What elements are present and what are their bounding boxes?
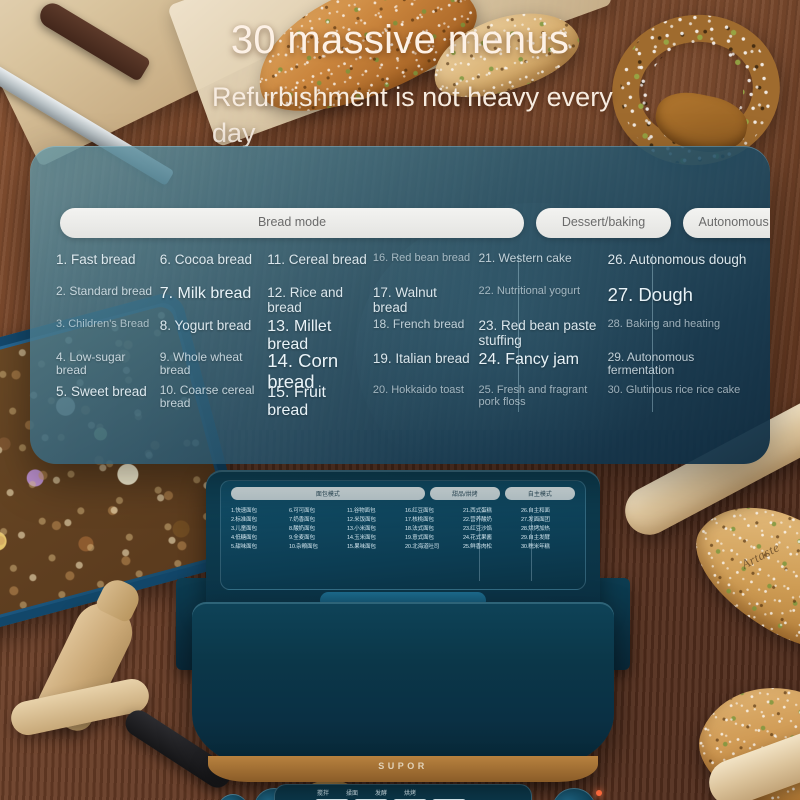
lid-menu-cell: 17.核桃面包 <box>405 515 459 523</box>
menu-item-12[interactable]: 12. Rice and bread <box>267 285 369 315</box>
lid-menu-cell: 4.低糖面包 <box>231 533 285 541</box>
menu-column-3: 11. Cereal bread 12. Rice and bread13. Mi… <box>267 252 373 448</box>
lid-menu-cell: 14.玉米面包 <box>347 533 401 541</box>
brand-logo: SUPOR <box>168 761 638 771</box>
lid-menu-cell: 15.果味面包 <box>347 542 401 550</box>
power-led-indicator <box>596 790 602 796</box>
mode-pill-autonomous[interactable]: Autonomous mode <box>683 208 770 238</box>
control-panel: 搅拌揉面发酵烘烤 500 g750 g1000 g ◊⚷ ◷▮ 88:88 ▶浅… <box>274 784 532 800</box>
menu-item-6[interactable]: 6. Cocoa bread <box>160 252 264 267</box>
machine-body: 菜单 酥心烤 启动/停止 调重 色泽 − ⏻ + 搅拌揉面发酵烘烤 500 g7… <box>192 602 614 770</box>
lid-pill-bread: 面包模式 <box>231 487 425 500</box>
menu-button[interactable]: 菜单 <box>218 794 248 800</box>
lid-menu-cell: 26.自主和面 <box>521 506 575 514</box>
menu-item-19[interactable]: 19. Italian bread <box>373 351 475 366</box>
lid-menu-cell: 22.营养酸奶 <box>463 515 517 523</box>
menu-item-23[interactable]: 23. Red bean paste stuffing <box>479 318 604 348</box>
menu-column-4: 16. Red bean bread 17. Walnut bread 18. Fr… <box>373 252 479 448</box>
menu-column-1: 1. Fast bread 2. Standard bread 3. Childre… <box>56 252 160 448</box>
menu-item-21[interactable]: 21. Western cake <box>479 252 604 265</box>
lid-mode-pills: 面包模式 甜品/烘烤 自主模式 <box>221 481 585 503</box>
menu-column-2: 6. Cocoa bread 7. Milk bread 8. Yogurt bre… <box>160 252 268 448</box>
lid-menu-cell: 9.全麦面包 <box>289 533 343 541</box>
menu-column-5: 21. Western cake 22. Nutritional yogurt 23… <box>479 252 608 448</box>
lid-divider <box>531 515 532 581</box>
lid-menu-cell: 20.北海道吐司 <box>405 542 459 550</box>
lid-menu-cell: 29.自主发酵 <box>521 533 575 541</box>
menu-column-6: 26. Autonomous dough 27. Dough 28. Baking … <box>608 252 752 448</box>
menu-item-22[interactable]: 22. Nutritional yogurt <box>479 285 604 297</box>
menu-item-4[interactable]: 4. Low-sugar bread <box>56 351 156 378</box>
stage-label: 发酵 <box>375 788 387 797</box>
lid-menu-cell: 11.谷物面包 <box>347 506 401 514</box>
menu-item-18[interactable]: 18. French bread <box>373 318 475 331</box>
menu-item-15[interactable]: 15. Fruit bread <box>267 384 369 420</box>
menu-item-8[interactable]: 8. Yogurt bread <box>160 318 264 333</box>
menu-item-2[interactable]: 2. Standard bread <box>56 285 156 298</box>
lid-menu-cell: 10.杂粮面包 <box>289 542 343 550</box>
menu-item-25[interactable]: 25. Fresh and fragrant pork floss <box>479 384 604 409</box>
lid-menu-cell: 18.法式面包 <box>405 524 459 532</box>
lid-menu-cell: 7.奶香面包 <box>289 515 343 523</box>
lid-divider <box>479 515 480 581</box>
menu-item-30[interactable]: 30. Glutinous rice rice cake <box>608 384 748 396</box>
start-stop-button[interactable]: 启动/停止 <box>552 788 596 800</box>
lid-menu-cell: 28.烘烤加热 <box>521 524 575 532</box>
menu-item-1[interactable]: 1. Fast bread <box>56 252 156 267</box>
menu-item-20[interactable]: 20. Hokkaido toast <box>373 384 475 396</box>
lid-menu-cell: 13.小米面包 <box>347 524 401 532</box>
lid-menu-cell: 8.酸奶面包 <box>289 524 343 532</box>
mode-selector-row: Bread mode Dessert/baking Autonomous mod… <box>60 208 744 238</box>
lid-menu-cell: 24.花式果酱 <box>463 533 517 541</box>
page-title: 30 massive menus <box>0 18 800 63</box>
menu-overlay-panel: Bread mode Dessert/baking Autonomous mod… <box>30 146 770 464</box>
lid-menu-cell: 21.西式蛋糕 <box>463 506 517 514</box>
lid-menu-panel: 面包模式 甜品/烘烤 自主模式 1.快速面包 6.可可面包 11.谷物面包 16.红豆… <box>220 480 586 590</box>
lid-menu-cell: 3.儿童面包 <box>231 524 285 532</box>
page-subtitle: Refurbishment is not heavy every day <box>212 80 632 151</box>
menu-item-28[interactable]: 28. Baking and heating <box>608 318 748 330</box>
lid-menu-cell: 30.糯米年糕 <box>521 542 575 550</box>
lid-pill-autonomous: 自主模式 <box>505 487 575 500</box>
menu-item-27[interactable]: 27. Dough <box>608 285 748 306</box>
menu-item-7[interactable]: 7. Milk bread <box>160 285 264 303</box>
menu-item-26[interactable]: 26. Autonomous dough <box>608 252 748 267</box>
lid-menu-cell: 27.发面面团 <box>521 515 575 523</box>
machine-lid: 面包模式 甜品/烘烤 自主模式 1.快速面包 6.可可面包 11.谷物面包 16.红豆… <box>206 470 600 610</box>
lid-menu-cell: 5.甜味面包 <box>231 542 285 550</box>
menu-item-3[interactable]: 3. Children's Bread <box>56 318 156 330</box>
lid-menu-cell: 19.意式面包 <box>405 533 459 541</box>
lid-menu-cell: 25.鲜香肉松 <box>463 542 517 550</box>
mode-pill-dessert[interactable]: Dessert/baking <box>536 208 671 238</box>
lid-menu-cell: 1.快速面包 <box>231 506 285 514</box>
menu-item-9[interactable]: 9. Whole wheat bread <box>160 351 264 378</box>
stage-label: 搅拌 <box>317 788 329 797</box>
mode-pill-bread[interactable]: Bread mode <box>60 208 524 238</box>
menu-item-10[interactable]: 10. Coarse cereal bread <box>160 384 264 411</box>
menu-item-13[interactable]: 13. Millet bread <box>267 318 369 354</box>
lid-pill-dessert: 甜品/烘烤 <box>430 487 500 500</box>
bread-machine: 面包模式 甜品/烘烤 自主模式 1.快速面包 6.可可面包 11.谷物面包 16.红豆… <box>168 470 638 800</box>
menu-item-24[interactable]: 24. Fancy jam <box>479 351 604 369</box>
column-divider <box>518 254 519 412</box>
menu-item-11[interactable]: 11. Cereal bread <box>267 252 369 267</box>
process-stage-labels: 搅拌 揉面 发酵 烘烤 <box>317 788 416 797</box>
menu-item-16[interactable]: 16. Red bean bread <box>373 252 475 264</box>
menu-item-5[interactable]: 5. Sweet bread <box>56 384 156 399</box>
lid-menu-cell: 12.米饭面包 <box>347 515 401 523</box>
stage-label: 揉面 <box>346 788 358 797</box>
lid-menu-cell: 6.可可面包 <box>289 506 343 514</box>
menu-item-17[interactable]: 17. Walnut bread <box>373 285 475 315</box>
lid-menu-cell: 23.红豆沙馅 <box>463 524 517 532</box>
menu-list-area: 1. Fast bread 2. Standard bread 3. Childre… <box>56 252 752 448</box>
lid-menu-cell: 2.标准面包 <box>231 515 285 523</box>
column-divider <box>652 254 653 412</box>
menu-item-29[interactable]: 29. Autonomous fermentation <box>608 351 748 378</box>
stage-label: 烘烤 <box>404 788 416 797</box>
lid-menu-cell: 16.红豆面包 <box>405 506 459 514</box>
menu-columns: 1. Fast bread 2. Standard bread 3. Childre… <box>56 252 752 448</box>
